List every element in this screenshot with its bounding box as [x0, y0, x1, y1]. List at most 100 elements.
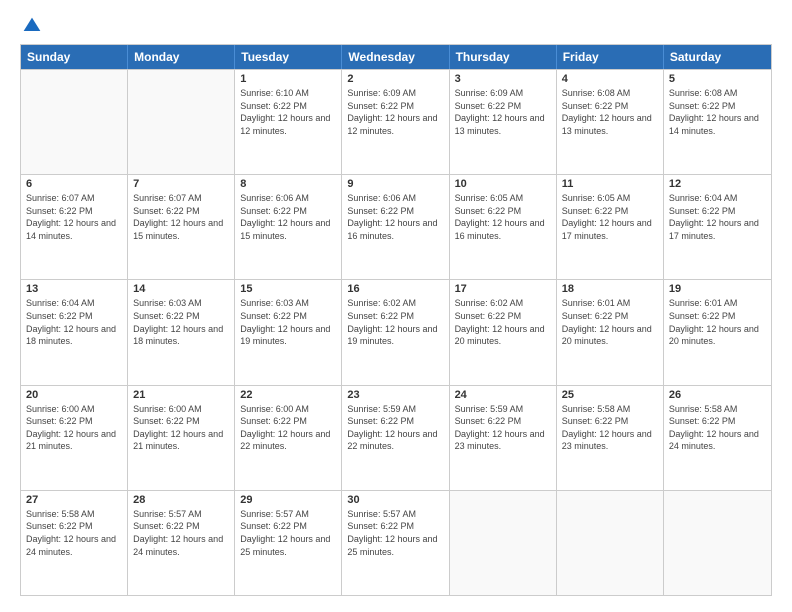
day-info: Sunrise: 6:03 AM Sunset: 6:22 PM Dayligh…: [133, 297, 229, 347]
calendar-week: 1 Sunrise: 6:10 AM Sunset: 6:22 PM Daylig…: [21, 69, 771, 174]
logo: [20, 16, 42, 36]
day-number: 20: [26, 389, 122, 401]
calendar-cell: 19 Sunrise: 6:01 AM Sunset: 6:22 PM Dayli…: [664, 280, 771, 384]
day-number: 7: [133, 178, 229, 190]
day-number: 26: [669, 389, 766, 401]
day-number: 29: [240, 494, 336, 506]
calendar-cell: 29 Sunrise: 5:57 AM Sunset: 6:22 PM Dayli…: [235, 491, 342, 595]
day-info: Sunrise: 6:05 AM Sunset: 6:22 PM Dayligh…: [562, 192, 658, 242]
calendar-week: 6 Sunrise: 6:07 AM Sunset: 6:22 PM Daylig…: [21, 174, 771, 279]
calendar-day-header: Wednesday: [342, 45, 449, 69]
day-info: Sunrise: 6:00 AM Sunset: 6:22 PM Dayligh…: [133, 403, 229, 453]
calendar-cell: 17 Sunrise: 6:02 AM Sunset: 6:22 PM Dayli…: [450, 280, 557, 384]
day-info: Sunrise: 6:01 AM Sunset: 6:22 PM Dayligh…: [562, 297, 658, 347]
day-info: Sunrise: 6:00 AM Sunset: 6:22 PM Dayligh…: [26, 403, 122, 453]
calendar-cell: 2 Sunrise: 6:09 AM Sunset: 6:22 PM Daylig…: [342, 70, 449, 174]
calendar-cell: 5 Sunrise: 6:08 AM Sunset: 6:22 PM Daylig…: [664, 70, 771, 174]
calendar-cell: 7 Sunrise: 6:07 AM Sunset: 6:22 PM Daylig…: [128, 175, 235, 279]
day-info: Sunrise: 6:08 AM Sunset: 6:22 PM Dayligh…: [669, 87, 766, 137]
day-info: Sunrise: 6:02 AM Sunset: 6:22 PM Dayligh…: [347, 297, 443, 347]
day-info: Sunrise: 5:59 AM Sunset: 6:22 PM Dayligh…: [347, 403, 443, 453]
day-number: 2: [347, 73, 443, 85]
day-info: Sunrise: 5:57 AM Sunset: 6:22 PM Dayligh…: [347, 508, 443, 558]
calendar-cell: [664, 491, 771, 595]
day-number: 19: [669, 283, 766, 295]
day-number: 17: [455, 283, 551, 295]
calendar-day-header: Thursday: [450, 45, 557, 69]
calendar-cell: 9Sunrise: 6:06 AM Sunset: 6:22 PM Daylig…: [342, 175, 449, 279]
day-number: 9: [347, 178, 443, 190]
calendar-day-header: Tuesday: [235, 45, 342, 69]
calendar-header: SundayMondayTuesdayWednesdayThursdayFrid…: [21, 45, 771, 69]
calendar-cell: 1 Sunrise: 6:10 AM Sunset: 6:22 PM Daylig…: [235, 70, 342, 174]
day-number: 3: [455, 73, 551, 85]
day-info: Sunrise: 6:04 AM Sunset: 6:22 PM Dayligh…: [26, 297, 122, 347]
day-number: 11: [562, 178, 658, 190]
calendar-cell: 16 Sunrise: 6:02 AM Sunset: 6:22 PM Dayli…: [342, 280, 449, 384]
day-info: Sunrise: 6:00 AM Sunset: 6:22 PM Dayligh…: [240, 403, 336, 453]
day-number: 1: [240, 73, 336, 85]
calendar-day-header: Monday: [128, 45, 235, 69]
calendar-cell: 12 Sunrise: 6:04 AM Sunset: 6:22 PM Dayli…: [664, 175, 771, 279]
day-number: 23: [347, 389, 443, 401]
day-info: Sunrise: 6:02 AM Sunset: 6:22 PM Dayligh…: [455, 297, 551, 347]
day-number: 14: [133, 283, 229, 295]
calendar-cell: 24 Sunrise: 5:59 AM Sunset: 6:22 PM Dayli…: [450, 386, 557, 490]
calendar-cell: [21, 70, 128, 174]
day-number: 30: [347, 494, 443, 506]
calendar-cell: 15 Sunrise: 6:03 AM Sunset: 6:22 PM Dayli…: [235, 280, 342, 384]
calendar-day-header: Friday: [557, 45, 664, 69]
calendar-week: 27 Sunrise: 5:58 AM Sunset: 6:22 PM Dayli…: [21, 490, 771, 595]
calendar-day-header: Sunday: [21, 45, 128, 69]
page: SundayMondayTuesdayWednesdayThursdayFrid…: [0, 0, 792, 612]
day-info: Sunrise: 5:58 AM Sunset: 6:22 PM Dayligh…: [669, 403, 766, 453]
calendar-week: 20 Sunrise: 6:00 AM Sunset: 6:22 PM Dayli…: [21, 385, 771, 490]
day-number: 15: [240, 283, 336, 295]
day-info: Sunrise: 5:59 AM Sunset: 6:22 PM Dayligh…: [455, 403, 551, 453]
calendar-cell: 14 Sunrise: 6:03 AM Sunset: 6:22 PM Dayli…: [128, 280, 235, 384]
calendar-week: 13 Sunrise: 6:04 AM Sunset: 6:22 PM Dayli…: [21, 279, 771, 384]
day-info: Sunrise: 6:06 AM Sunset: 6:22 PM Dayligh…: [240, 192, 336, 242]
calendar-day-header: Saturday: [664, 45, 771, 69]
calendar-cell: 4Sunrise: 6:08 AM Sunset: 6:22 PM Daylig…: [557, 70, 664, 174]
day-info: Sunrise: 6:09 AM Sunset: 6:22 PM Dayligh…: [347, 87, 443, 137]
day-info: Sunrise: 5:57 AM Sunset: 6:22 PM Dayligh…: [240, 508, 336, 558]
day-number: 16: [347, 283, 443, 295]
calendar-cell: 25Sunrise: 5:58 AM Sunset: 6:22 PM Dayli…: [557, 386, 664, 490]
calendar-cell: 11 Sunrise: 6:05 AM Sunset: 6:22 PM Dayli…: [557, 175, 664, 279]
calendar-cell: 30 Sunrise: 5:57 AM Sunset: 6:22 PM Dayli…: [342, 491, 449, 595]
day-number: 21: [133, 389, 229, 401]
day-number: 24: [455, 389, 551, 401]
day-number: 6: [26, 178, 122, 190]
day-number: 8: [240, 178, 336, 190]
day-info: Sunrise: 6:01 AM Sunset: 6:22 PM Dayligh…: [669, 297, 766, 347]
day-info: Sunrise: 6:09 AM Sunset: 6:22 PM Dayligh…: [455, 87, 551, 137]
calendar-cell: 13 Sunrise: 6:04 AM Sunset: 6:22 PM Dayli…: [21, 280, 128, 384]
calendar-cell: 18 Sunrise: 6:01 AM Sunset: 6:22 PM Dayli…: [557, 280, 664, 384]
calendar-body: 1 Sunrise: 6:10 AM Sunset: 6:22 PM Daylig…: [21, 69, 771, 595]
day-number: 12: [669, 178, 766, 190]
day-info: Sunrise: 6:07 AM Sunset: 6:22 PM Dayligh…: [26, 192, 122, 242]
day-info: Sunrise: 6:03 AM Sunset: 6:22 PM Dayligh…: [240, 297, 336, 347]
calendar-cell: 6 Sunrise: 6:07 AM Sunset: 6:22 PM Daylig…: [21, 175, 128, 279]
day-info: Sunrise: 6:10 AM Sunset: 6:22 PM Dayligh…: [240, 87, 336, 137]
day-number: 10: [455, 178, 551, 190]
day-info: Sunrise: 5:58 AM Sunset: 6:22 PM Dayligh…: [562, 403, 658, 453]
calendar-cell: 8 Sunrise: 6:06 AM Sunset: 6:22 PM Daylig…: [235, 175, 342, 279]
day-info: Sunrise: 5:58 AM Sunset: 6:22 PM Dayligh…: [26, 508, 122, 558]
calendar-cell: 26 Sunrise: 5:58 AM Sunset: 6:22 PM Dayli…: [664, 386, 771, 490]
calendar-cell: 22 Sunrise: 6:00 AM Sunset: 6:22 PM Dayli…: [235, 386, 342, 490]
day-number: 18: [562, 283, 658, 295]
calendar-cell: 21 Sunrise: 6:00 AM Sunset: 6:22 PM Dayli…: [128, 386, 235, 490]
day-number: 27: [26, 494, 122, 506]
day-info: Sunrise: 5:57 AM Sunset: 6:22 PM Dayligh…: [133, 508, 229, 558]
calendar-cell: 27 Sunrise: 5:58 AM Sunset: 6:22 PM Dayli…: [21, 491, 128, 595]
day-number: 5: [669, 73, 766, 85]
header: [20, 16, 772, 36]
day-info: Sunrise: 6:04 AM Sunset: 6:22 PM Dayligh…: [669, 192, 766, 242]
day-number: 13: [26, 283, 122, 295]
day-info: Sunrise: 6:07 AM Sunset: 6:22 PM Dayligh…: [133, 192, 229, 242]
calendar-cell: 28Sunrise: 5:57 AM Sunset: 6:22 PM Dayli…: [128, 491, 235, 595]
calendar-cell: [450, 491, 557, 595]
day-number: 22: [240, 389, 336, 401]
